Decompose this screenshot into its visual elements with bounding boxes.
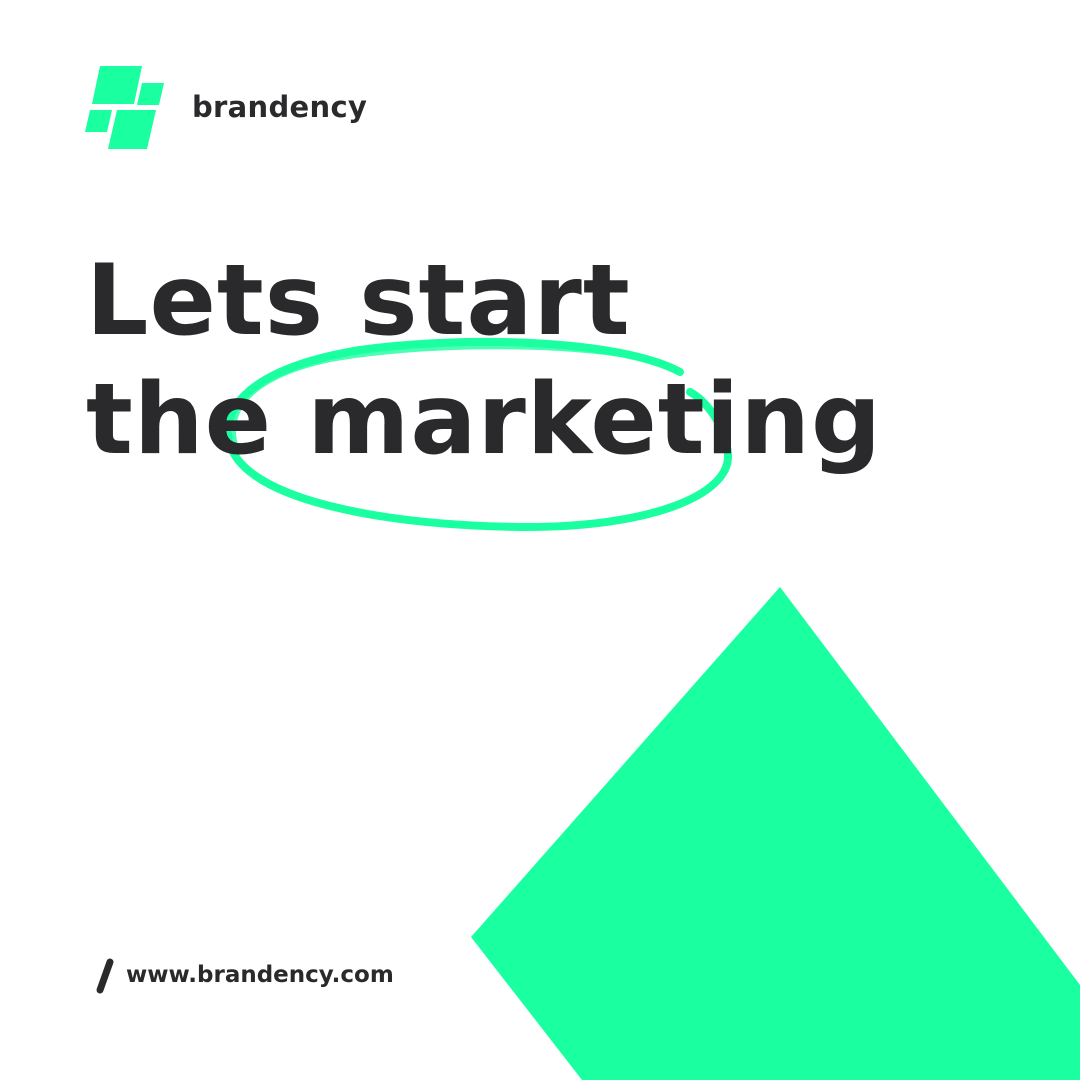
headline-line-1: Lets start: [86, 244, 631, 358]
green-triangle-shape: [471, 587, 1080, 1080]
website-url[interactable]: www.brandency.com: [126, 962, 394, 988]
brand-name: brandency: [192, 90, 368, 124]
logo-icon: [85, 66, 164, 149]
slash-icon: [96, 958, 114, 994]
headline-line-2: the marketing: [86, 363, 883, 477]
background-graphics: [85, 66, 1080, 1080]
